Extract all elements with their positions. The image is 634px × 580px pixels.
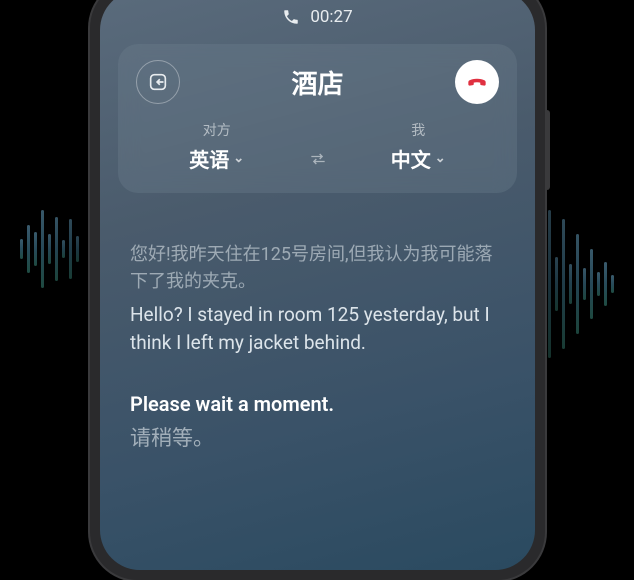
my-side-label: 我 (411, 120, 425, 140)
outgoing-original: Please wait a moment. (130, 392, 505, 416)
call-header-card: 酒店 对方 英语 ⌄ 我 (118, 44, 517, 193)
other-language-selector[interactable]: 对方 英语 ⌄ (136, 120, 298, 173)
other-side-lang: 英语 (189, 144, 229, 173)
audio-waveform-left (20, 210, 79, 288)
hangup-button[interactable] (455, 60, 499, 104)
call-title: 酒店 (291, 64, 343, 101)
hangup-icon (464, 69, 490, 95)
status-bar: 00:27 (118, 0, 517, 44)
phone-frame: 00:27 酒店 对方 英语 ⌄ (90, 0, 545, 580)
phone-side-button (545, 110, 550, 190)
phone-screen: 00:27 酒店 对方 英语 ⌄ (100, 0, 535, 570)
my-side-lang: 中文 (391, 144, 431, 173)
swap-icon (308, 149, 328, 169)
swap-languages-button[interactable] (298, 149, 338, 173)
call-duration: 00:27 (310, 7, 352, 27)
incoming-original: 您好!我昨天住在125号房间,但我认为我可能落下了我的夹克。 (130, 241, 505, 295)
transcript: 您好!我昨天住在125号房间,但我认为我可能落下了我的夹克。 Hello? I … (118, 193, 517, 452)
exit-icon (147, 71, 169, 93)
incoming-translated: Hello? I stayed in room 125 yesterday, b… (130, 301, 505, 356)
phone-icon (282, 8, 300, 26)
chevron-down-icon: ⌄ (233, 151, 244, 166)
incoming-message: 您好!我昨天住在125号房间,但我认为我可能落下了我的夹克。 Hello? I … (130, 241, 505, 356)
chevron-down-icon: ⌄ (435, 151, 446, 166)
outgoing-message: Please wait a moment. 请稍等。 (130, 392, 505, 452)
outgoing-translated: 请稍等。 (130, 422, 505, 452)
back-button[interactable] (136, 60, 180, 104)
my-language-selector[interactable]: 我 中文 ⌄ (338, 120, 500, 173)
other-side-label: 对方 (203, 120, 231, 140)
